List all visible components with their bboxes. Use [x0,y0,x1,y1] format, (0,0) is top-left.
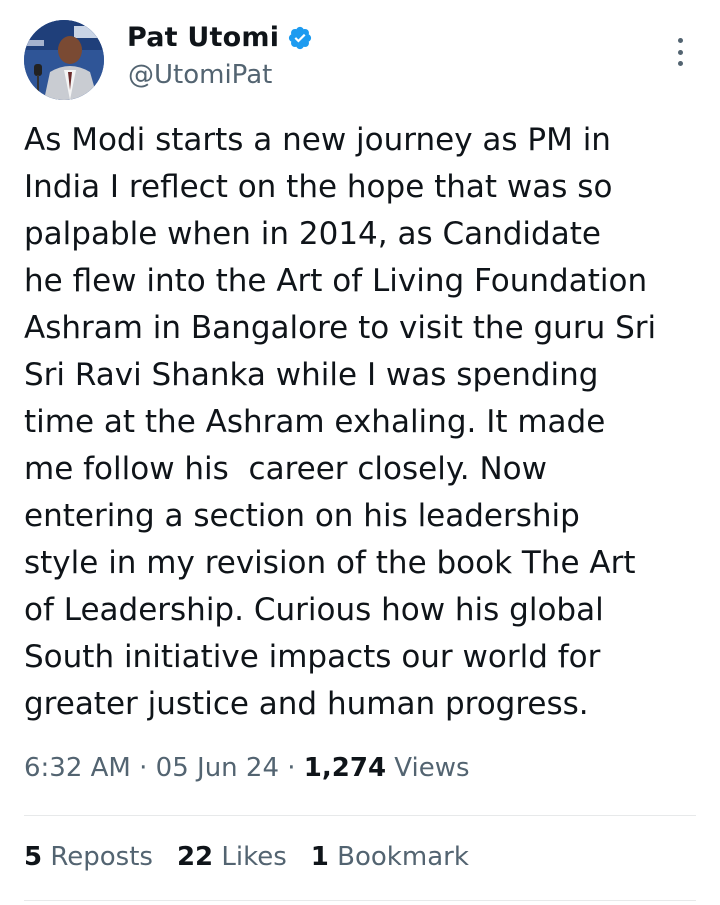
tweet-text-line: As Modi starts a new journey as PM in [24,122,611,158]
tweet-text-line: Sri Ravi Shanka while I was spending [24,357,599,393]
reposts-label: Reposts [42,842,153,872]
tweet-text-line: Ashram in Bangalore to visit the guru Sr… [24,310,657,346]
tweet-detail: Pat Utomi @UtomiPat As Modi starts a new… [0,0,720,905]
tweet-text-line: greater justice and human progress. [24,686,589,722]
dot [677,61,683,66]
author-handle[interactable]: @UtomiPat [128,60,272,90]
avatar[interactable] [24,20,104,100]
tweet-text-line: of Leadership. Curious how his global [24,592,604,628]
tweet-text-line: me follow his career closely. Now [24,451,547,487]
bookmarks-label: Bookmark [328,842,469,872]
meta-separator: · [130,753,156,783]
views-label: Views [386,753,470,783]
tweet-text-line: palpable when in 2014, as Candidate [24,216,601,252]
divider [24,900,696,901]
tweet-text-line: style in my revision of the book The Art [24,545,636,581]
bookmarks-count: 1 [310,842,329,872]
tweet-text-line: South initiative impacts our world for [24,639,601,675]
tweet-date[interactable]: 05 Jun 24 [156,753,279,783]
dot [677,49,683,55]
dot [677,38,683,43]
avatar-photo [24,20,104,100]
tweet-text-line: entering a section on his leadership [24,498,580,534]
reposts-count: 5 [24,842,43,872]
tweet-text-line: he flew into the Art of Living Foundatio… [24,263,648,299]
likes-count: 22 [176,842,214,872]
divider [24,815,696,816]
views-count: 1,274 [303,753,387,783]
verified-badge-icon [287,25,313,51]
tweet-time[interactable]: 6:32 AM [24,753,131,783]
likes-stat[interactable]: 22 Likes [177,842,287,872]
more-options-icon[interactable] [668,38,692,66]
engagement-stats: 5 Reposts 22 Likes 1 Bookmark [24,842,469,872]
tweet-text: As Modi starts a new journey as PM in In… [24,117,696,728]
tweet-text-line: time at the Ashram exhaling. It made [24,404,606,440]
likes-label: Likes [213,842,287,872]
display-name[interactable]: Pat Utomi [127,22,279,53]
bookmarks-stat[interactable]: 1 Bookmark [311,842,469,872]
tweet-meta: 6:32 AM · 05 Jun 24 · 1,274 Views [24,753,470,783]
meta-separator: · [279,753,304,783]
reposts-stat[interactable]: 5 Reposts [24,842,153,872]
tweet-text-line: India I reflect on the hope that was so [24,169,613,205]
author-name-row: Pat Utomi [127,22,313,53]
